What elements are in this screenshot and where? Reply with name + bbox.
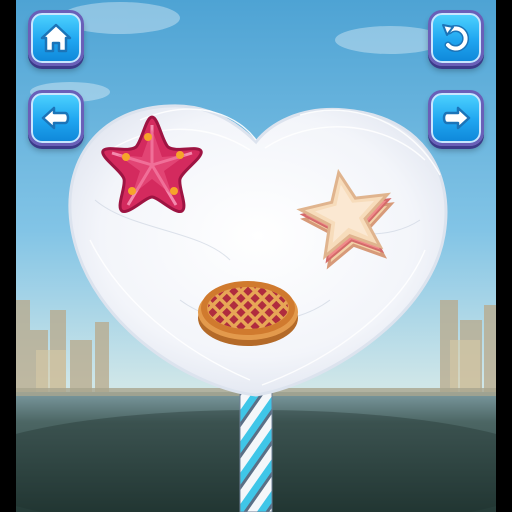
left-border (0, 0, 16, 512)
next-button[interactable] (428, 90, 484, 146)
home-button[interactable] (28, 10, 84, 66)
cherry-lattice-pie (198, 281, 298, 346)
cotton-candy-stick (239, 379, 273, 512)
right-border (496, 0, 512, 512)
game-scene (0, 0, 512, 512)
arrow-right-icon (442, 106, 471, 130)
undo-button[interactable] (428, 10, 484, 66)
home-icon (40, 23, 72, 53)
back-button[interactable] (28, 90, 84, 146)
arrow-left-icon (41, 106, 70, 130)
undo-icon (442, 24, 470, 52)
